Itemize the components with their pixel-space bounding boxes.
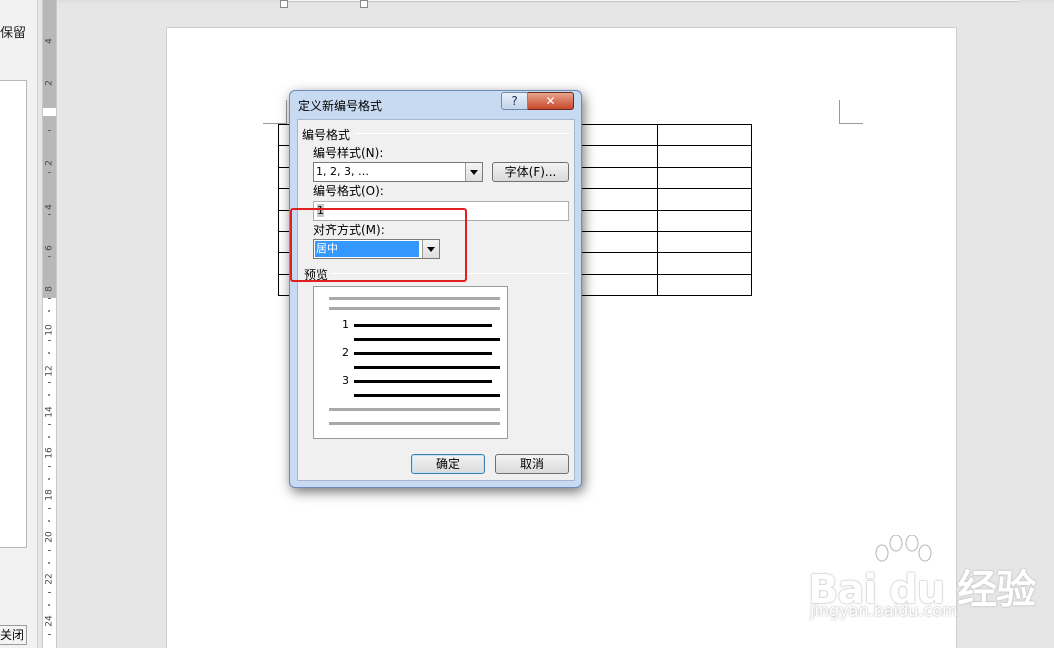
ruler-dot [48, 394, 50, 396]
watermark-url: jingyan.baidu.com [810, 601, 958, 620]
ruler-dot [48, 436, 50, 438]
table-cell[interactable] [657, 230, 752, 254]
ruler-tick [48, 340, 51, 341]
ruler-label: 4 [44, 38, 55, 44]
preview-line [329, 422, 500, 425]
task-pane: 保留 关闭 [0, 0, 38, 648]
preview-line [354, 338, 500, 341]
table-cell[interactable] [657, 166, 752, 190]
table-cell[interactable] [657, 273, 752, 297]
number-format-group-label: 编号格式 [302, 128, 351, 142]
ruler-dot [48, 310, 50, 312]
preview-line [354, 366, 500, 369]
table-cell[interactable] [657, 188, 752, 211]
preview-line [329, 307, 500, 310]
task-pane-close-button[interactable]: 关闭 [0, 625, 27, 645]
help-button[interactable]: ? [501, 92, 528, 110]
ruler-label: 10 [44, 324, 55, 336]
ruler-label: 12 [44, 365, 55, 377]
define-number-format-dialog: 定义新编号格式 ? ✕ 编号格式 编号样式(N): 1, 2, 3, … 字体(… [289, 90, 582, 488]
ruler-dot [48, 562, 50, 564]
retain-label: 保留 [0, 26, 27, 41]
tab-marker[interactable] [360, 0, 368, 8]
ruler-tick [48, 382, 51, 383]
ruler-tick [48, 508, 51, 509]
chevron-down-icon[interactable] [465, 163, 482, 181]
ruler-tick [48, 550, 51, 551]
ruler-strip [288, 0, 1018, 2]
number-style-label: 编号样式(N): [313, 146, 384, 160]
ruler-dot [48, 604, 50, 606]
ruler-tick [48, 298, 51, 299]
task-pane-list[interactable] [0, 80, 27, 548]
ruler-tick [48, 130, 51, 131]
ruler-label: 8 [44, 286, 55, 292]
indent-marker[interactable] [280, 0, 288, 8]
ruler-dot [48, 520, 50, 522]
ruler-tick [48, 592, 51, 593]
preview-number: 1 [342, 318, 349, 331]
preview-number: 3 [342, 374, 349, 387]
ruler-tick [48, 466, 51, 467]
preview-area: 1 2 3 [313, 286, 508, 439]
table-cell[interactable] [657, 252, 752, 275]
ruler-tick [48, 256, 51, 257]
preview-line [354, 380, 492, 383]
ruler-tick [48, 172, 51, 173]
ruler-label: 18 [44, 489, 55, 501]
ruler-tick [48, 634, 51, 635]
number-format-label: 编号格式(O): [313, 184, 384, 198]
horizontal-ruler[interactable] [58, 0, 1054, 8]
preview-line [354, 352, 492, 355]
highlight-annotation [290, 208, 467, 282]
preview-line [354, 324, 492, 327]
ruler-label: 2 [44, 160, 55, 166]
dialog-body: 编号格式 编号样式(N): 1, 2, 3, … 字体(F)... 编号格式(O… [297, 119, 575, 481]
ruler-label: 22 [44, 573, 55, 585]
close-button[interactable]: ✕ [528, 92, 574, 110]
ruler-label: 16 [44, 447, 55, 459]
ruler-dot [48, 352, 50, 354]
font-button[interactable]: 字体(F)... [492, 162, 569, 182]
ok-button[interactable]: 确定 [411, 454, 485, 474]
ruler-margin-shade [43, 0, 56, 108]
ruler-label: 6 [44, 245, 55, 251]
table-cell[interactable] [657, 145, 752, 168]
preview-line [329, 297, 500, 300]
margin-corner-mark [263, 100, 287, 124]
cancel-button[interactable]: 取消 [495, 454, 569, 474]
table-cell[interactable] [657, 123, 752, 147]
preview-line [329, 408, 500, 411]
preview-number: 2 [342, 346, 349, 359]
vertical-ruler[interactable]: 4 2 2 4 6 8 10 12 14 16 18 20 22 24 [42, 0, 57, 648]
ruler-tick [48, 424, 51, 425]
ruler-label: 4 [44, 204, 55, 210]
baidu-watermark: Bai du 经验 jingyan.baidu.com [808, 535, 1048, 635]
ruler-tick [48, 214, 51, 215]
margin-corner-mark [839, 100, 863, 124]
group-divider [354, 133, 570, 134]
number-style-combo[interactable]: 1, 2, 3, … [313, 162, 483, 182]
ruler-dot [48, 478, 50, 480]
preview-line [354, 394, 500, 397]
ruler-label: 2 [44, 80, 55, 86]
number-style-value: 1, 2, 3, … [316, 165, 369, 178]
table-cell[interactable] [657, 209, 752, 232]
ruler-label: 24 [44, 615, 55, 627]
ruler-label: 20 [44, 531, 55, 543]
dialog-title: 定义新编号格式 [298, 99, 383, 113]
ruler-label: 14 [44, 406, 55, 418]
